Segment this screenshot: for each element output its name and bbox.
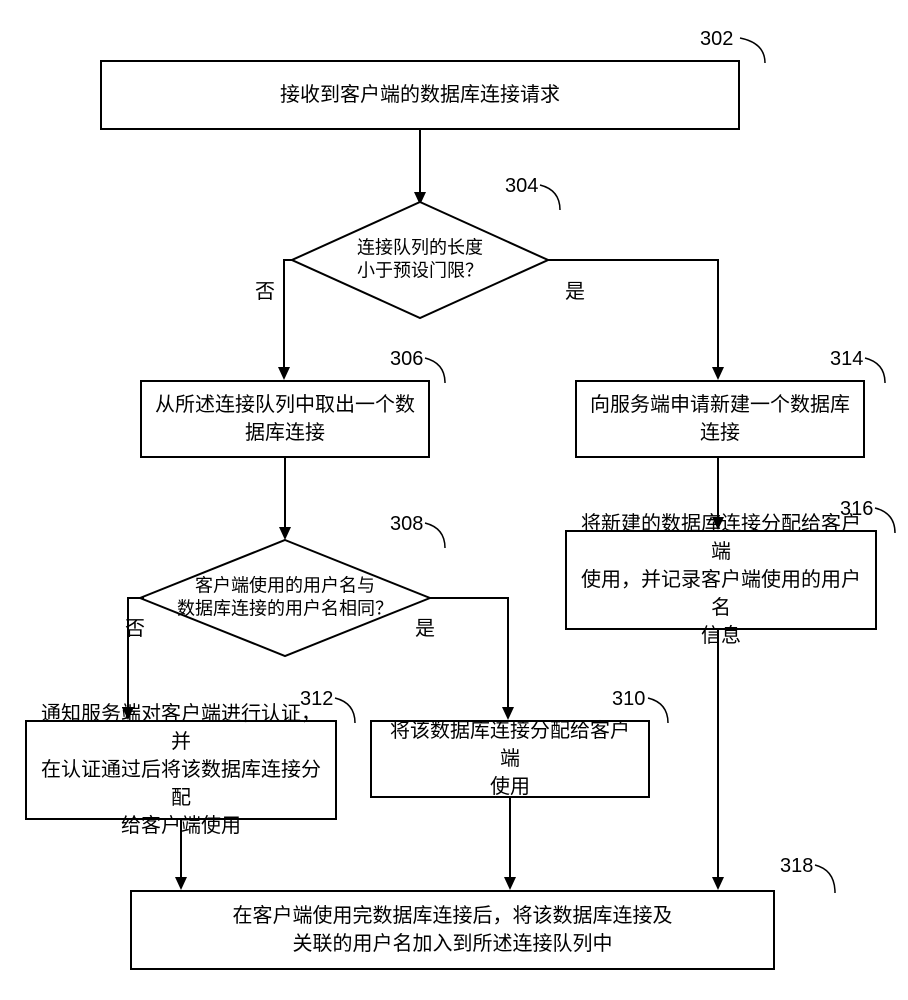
arrow-312-318 (175, 820, 187, 890)
num-312: 312 (300, 688, 333, 711)
node-306: 从所述连接队列中取出一个数据库连接 (140, 380, 430, 458)
num-314: 314 (830, 348, 863, 371)
arrow-306-308 (279, 458, 291, 540)
num-308: 308 (390, 513, 423, 536)
num-302: 302 (700, 28, 733, 51)
node-314: 向服务端申请新建一个数据库连接 (575, 380, 865, 458)
node-308: 客户端使用的用户名与数据库连接的用户名相同？ (138, 538, 432, 658)
leader-306 (425, 358, 450, 386)
node-308-text: 客户端使用的用户名与数据库连接的用户名相同？ (167, 575, 402, 622)
num-316: 316 (840, 498, 873, 521)
num-318: 318 (780, 855, 813, 878)
node-304: 连接队列的长度小于预设门限？ (290, 200, 550, 320)
leader-316 (875, 508, 900, 536)
node-314-text: 向服务端申请新建一个数据库连接 (590, 391, 850, 447)
node-318-text: 在客户端使用完数据库连接后，将该数据库连接及关联的用户名加入到所述连接队列中 (233, 902, 673, 958)
leader-310 (648, 698, 673, 726)
arrow-310-318 (504, 798, 516, 890)
num-304: 304 (505, 175, 538, 198)
leader-304 (540, 185, 565, 215)
node-302: 接收到客户端的数据库连接请求 (100, 60, 740, 130)
arrow-302-304 (414, 130, 426, 205)
node-310-text: 将该数据库连接分配给客户端使用 (384, 717, 636, 801)
node-316: 将新建的数据库连接分配给客户端使用，并记录客户端使用的用户名信息 (565, 530, 877, 630)
leader-302 (740, 38, 770, 68)
node-302-text: 接收到客户端的数据库连接请求 (280, 81, 560, 109)
node-312: 通知服务端对客户端进行认证，并在认证通过后将该数据库连接分配给客户端使用 (25, 720, 337, 820)
leader-318 (815, 865, 840, 895)
num-306: 306 (390, 348, 423, 371)
label-304-no: 否 (255, 275, 275, 304)
leader-314 (865, 358, 890, 386)
node-304-text: 连接队列的长度小于预设门限？ (316, 237, 524, 284)
arrow-304-314 (546, 256, 726, 380)
arrow-316-318 (712, 630, 724, 890)
node-310: 将该数据库连接分配给客户端使用 (370, 720, 650, 798)
arrow-304-306 (280, 256, 300, 380)
arrow-308-310 (428, 594, 528, 720)
node-318: 在客户端使用完数据库连接后，将该数据库连接及关联的用户名加入到所述连接队列中 (130, 890, 775, 970)
node-316-text: 将新建的数据库连接分配给客户端使用，并记录客户端使用的用户名信息 (579, 510, 863, 650)
node-312-text: 通知服务端对客户端进行认证，并在认证通过后将该数据库连接分配给客户端使用 (39, 700, 323, 840)
node-306-text: 从所述连接队列中取出一个数据库连接 (155, 391, 415, 447)
leader-312 (335, 698, 360, 726)
num-310: 310 (612, 688, 645, 711)
leader-308 (425, 523, 450, 551)
